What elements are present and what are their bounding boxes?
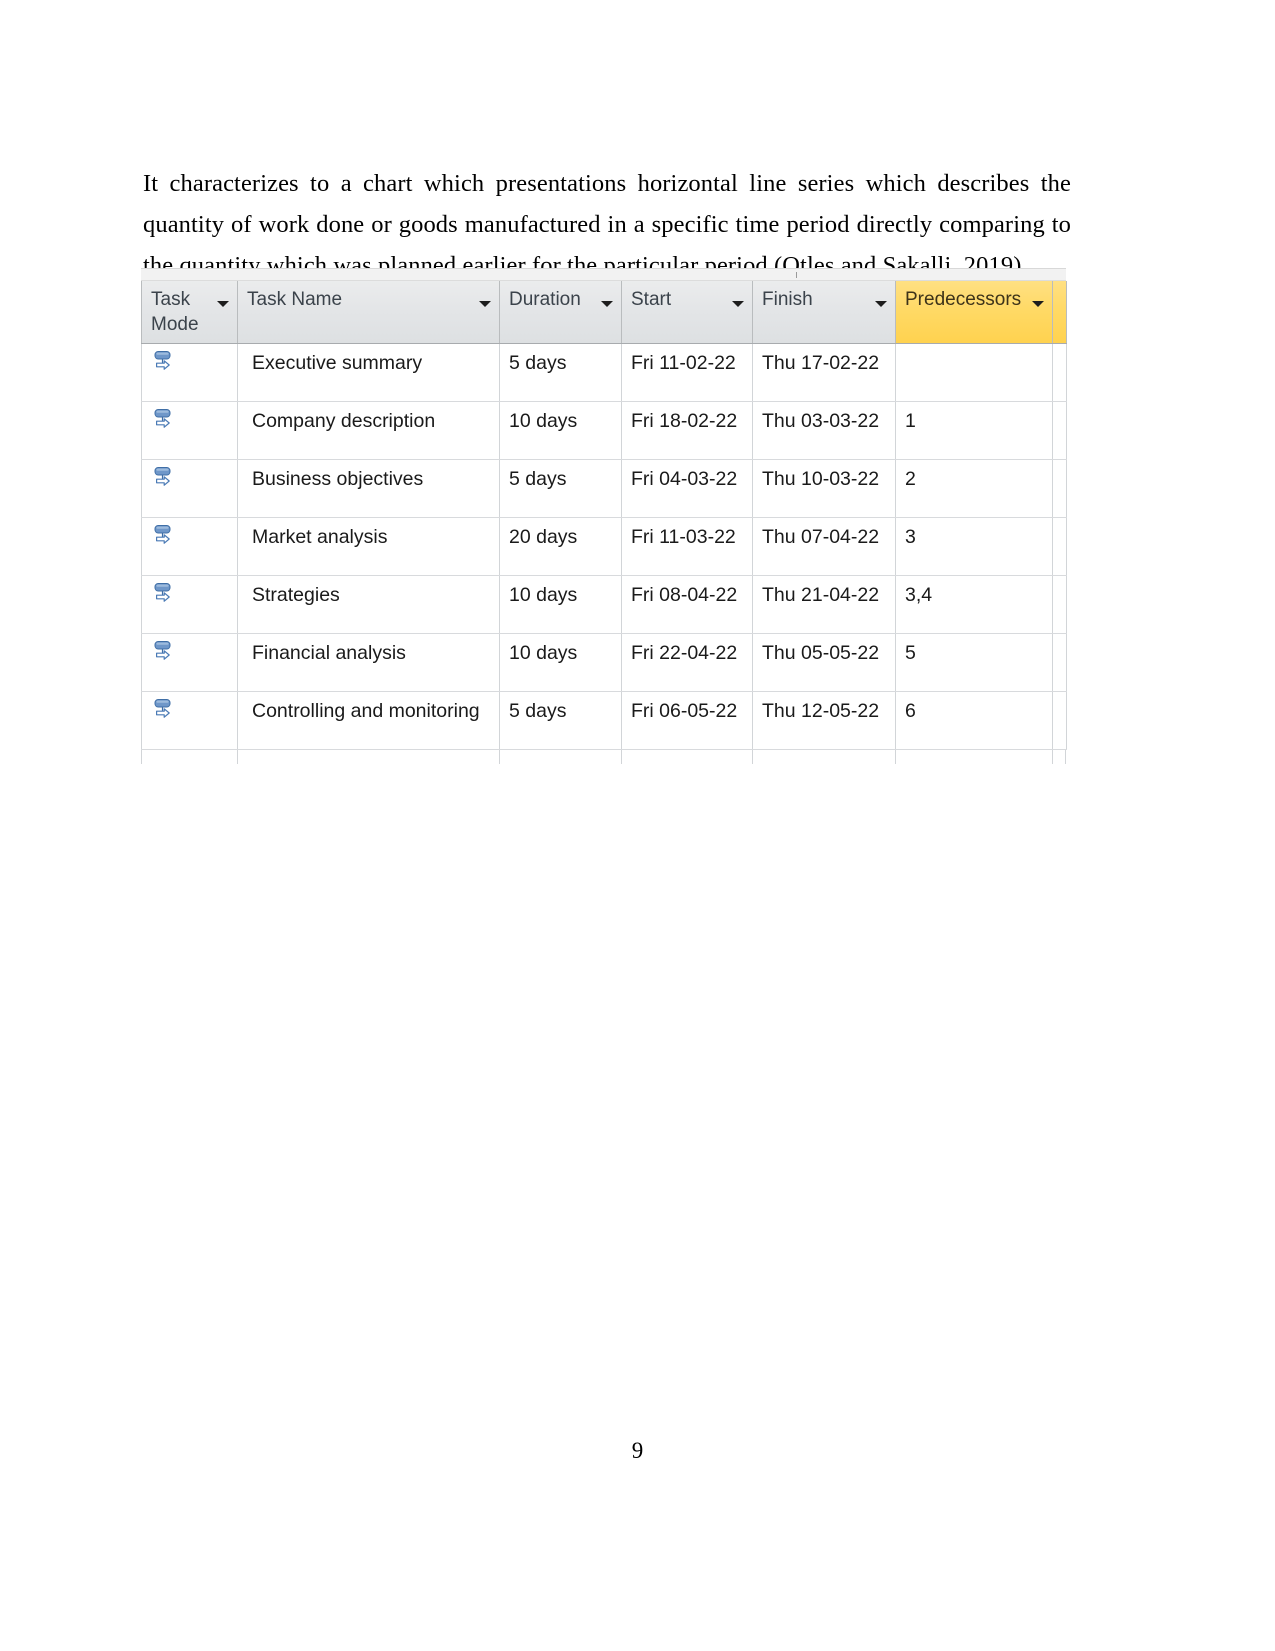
- cell-duration[interactable]: 5 days: [499, 459, 622, 518]
- cell-clipped[interactable]: [1052, 575, 1067, 634]
- cell-task-mode[interactable]: [141, 691, 238, 750]
- table-bottom-stub: [141, 750, 1066, 764]
- auto-scheduled-icon: [154, 524, 180, 551]
- column-divider: [752, 750, 753, 764]
- cell-duration[interactable]: 5 days: [499, 343, 622, 402]
- table-row[interactable]: Strategies 10 days Fri 08-04-22 Thu 21-0…: [141, 575, 1067, 634]
- column-header-label: Start: [631, 289, 672, 310]
- table-row[interactable]: Market analysis 20 days Fri 11-03-22 Thu…: [141, 517, 1067, 576]
- cell-clipped[interactable]: [1052, 517, 1067, 576]
- column-header-label: Duration: [509, 289, 581, 310]
- table-row[interactable]: Business objectives 5 days Fri 04-03-22 …: [141, 459, 1067, 518]
- auto-scheduled-icon: [154, 408, 180, 435]
- column-divider: [621, 750, 622, 764]
- table-row[interactable]: Controlling and monitoring 5 days Fri 06…: [141, 691, 1067, 750]
- cell-task-name[interactable]: Market analysis: [237, 517, 500, 576]
- column-divider: [237, 750, 238, 764]
- cell-task-name[interactable]: Financial analysis: [237, 633, 500, 692]
- chevron-down-icon[interactable]: [732, 301, 744, 307]
- cell-task-mode[interactable]: [141, 459, 238, 518]
- cell-task-name[interactable]: Controlling and monitoring: [237, 691, 500, 750]
- cell-finish[interactable]: Thu 17-02-22: [752, 343, 896, 402]
- project-task-table: Task Mode Task Name Duration Start Finis…: [141, 281, 1067, 750]
- cell-predecessors[interactable]: [895, 343, 1053, 402]
- cell-predecessors[interactable]: 5: [895, 633, 1053, 692]
- cell-task-name[interactable]: Strategies: [237, 575, 500, 634]
- auto-scheduled-icon: [154, 582, 180, 609]
- table-header-row: Task Mode Task Name Duration Start Finis…: [141, 281, 1067, 344]
- chevron-down-icon[interactable]: [217, 301, 229, 307]
- cell-clipped[interactable]: [1052, 343, 1067, 402]
- chevron-down-icon[interactable]: [601, 301, 613, 307]
- cell-predecessors[interactable]: 2: [895, 459, 1053, 518]
- cell-start[interactable]: Fri 08-04-22: [621, 575, 753, 634]
- column-header-duration[interactable]: Duration: [499, 281, 622, 344]
- cell-duration[interactable]: 10 days: [499, 401, 622, 460]
- cell-start[interactable]: Fri 11-02-22: [621, 343, 753, 402]
- cell-predecessors[interactable]: 3,4: [895, 575, 1053, 634]
- cell-finish[interactable]: Thu 21-04-22: [752, 575, 896, 634]
- column-header-clipped[interactable]: [1052, 281, 1067, 344]
- cell-task-name[interactable]: Executive summary: [237, 343, 500, 402]
- table-top-strip: [141, 268, 1066, 281]
- cell-duration[interactable]: 10 days: [499, 575, 622, 634]
- cell-start[interactable]: Fri 22-04-22: [621, 633, 753, 692]
- cell-duration[interactable]: 10 days: [499, 633, 622, 692]
- column-divider: [895, 750, 896, 764]
- column-header-task-mode[interactable]: Task Mode: [141, 281, 238, 344]
- column-header-label: Predecessors: [905, 289, 1022, 310]
- auto-scheduled-icon: [154, 466, 180, 493]
- cell-finish[interactable]: Thu 07-04-22: [752, 517, 896, 576]
- auto-scheduled-icon: [154, 698, 180, 725]
- table-row[interactable]: Company description 10 days Fri 18-02-22…: [141, 401, 1067, 460]
- ms-project-table-screenshot: Task Mode Task Name Duration Start Finis…: [141, 268, 1067, 764]
- cell-duration[interactable]: 20 days: [499, 517, 622, 576]
- cell-finish[interactable]: Thu 12-05-22: [752, 691, 896, 750]
- column-divider: [499, 750, 500, 764]
- document-page: It characterizes to a chart which presen…: [0, 0, 1275, 1651]
- cell-duration[interactable]: 5 days: [499, 691, 622, 750]
- cell-clipped[interactable]: [1052, 401, 1067, 460]
- cell-start[interactable]: Fri 11-03-22: [621, 517, 753, 576]
- cell-finish[interactable]: Thu 03-03-22: [752, 401, 896, 460]
- cell-start[interactable]: Fri 18-02-22: [621, 401, 753, 460]
- column-header-start[interactable]: Start: [621, 281, 753, 344]
- chevron-down-icon[interactable]: [875, 301, 887, 307]
- cell-task-mode[interactable]: [141, 343, 238, 402]
- cell-task-mode[interactable]: [141, 575, 238, 634]
- cell-finish[interactable]: Thu 05-05-22: [752, 633, 896, 692]
- cell-start[interactable]: Fri 06-05-22: [621, 691, 753, 750]
- cell-start[interactable]: Fri 04-03-22: [621, 459, 753, 518]
- column-header-task-name[interactable]: Task Name: [237, 281, 500, 344]
- cell-clipped[interactable]: [1052, 459, 1067, 518]
- cell-task-name[interactable]: Business objectives: [237, 459, 500, 518]
- auto-scheduled-icon: [154, 350, 180, 377]
- column-divider: [1052, 750, 1053, 764]
- cell-predecessors[interactable]: 1: [895, 401, 1053, 460]
- table-row[interactable]: Executive summary 5 days Fri 11-02-22 Th…: [141, 343, 1067, 402]
- auto-scheduled-icon: [154, 640, 180, 667]
- cell-clipped[interactable]: [1052, 633, 1067, 692]
- column-header-label: Task Mode: [151, 289, 199, 335]
- cell-task-name[interactable]: Company description: [237, 401, 500, 460]
- column-header-label: Task Name: [247, 289, 343, 310]
- column-divider-tick: [796, 272, 797, 278]
- column-header-label: Finish: [762, 289, 813, 310]
- column-header-predecessors[interactable]: Predecessors: [895, 281, 1053, 344]
- chevron-down-icon[interactable]: [1032, 301, 1044, 307]
- chevron-down-icon[interactable]: [479, 301, 491, 307]
- column-header-finish[interactable]: Finish: [752, 281, 896, 344]
- cell-predecessors[interactable]: 6: [895, 691, 1053, 750]
- cell-task-mode[interactable]: [141, 633, 238, 692]
- cell-finish[interactable]: Thu 10-03-22: [752, 459, 896, 518]
- cell-task-mode[interactable]: [141, 401, 238, 460]
- cell-predecessors[interactable]: 3: [895, 517, 1053, 576]
- page-number: 9: [631, 1438, 644, 1463]
- cell-clipped[interactable]: [1052, 691, 1067, 750]
- table-row[interactable]: Financial analysis 10 days Fri 22-04-22 …: [141, 633, 1067, 692]
- table-body: Executive summary 5 days Fri 11-02-22 Th…: [141, 343, 1067, 750]
- cell-task-mode[interactable]: [141, 517, 238, 576]
